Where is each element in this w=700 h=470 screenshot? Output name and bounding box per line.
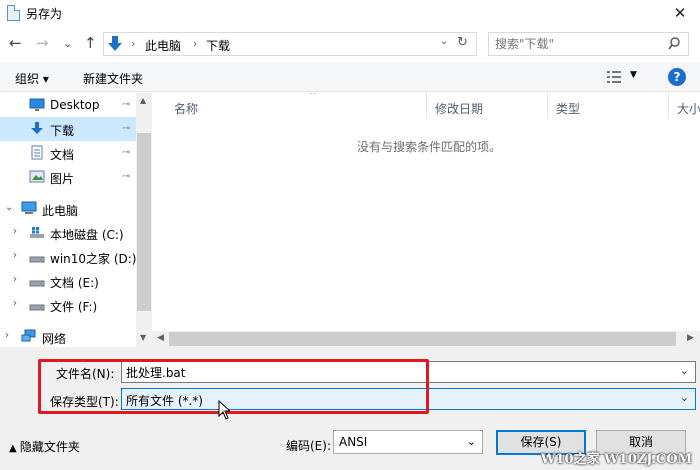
scroll-left-icon[interactable]: ◀: [157, 333, 164, 343]
sidebar-item-label: 文件 (F:): [50, 300, 98, 314]
sidebar-item-label: 网络: [42, 332, 67, 346]
sort-ascending-icon: ^: [309, 93, 317, 101]
search-box[interactable]: [488, 32, 689, 56]
download-folder-icon: [108, 36, 122, 51]
pin-icon[interactable]: ⊸: [122, 123, 130, 134]
scrollbar-thumb[interactable]: [169, 332, 676, 346]
sidebar-item-this-pc[interactable]: ⌄ 此电脑: [0, 197, 136, 221]
hide-folders-button[interactable]: ▲ 隐藏文件夹: [9, 438, 80, 455]
encoding-value: ANSI: [339, 435, 368, 449]
column-header-size[interactable]: 大小: [669, 93, 700, 119]
file-list-scrollbar[interactable]: ◀ ▶: [152, 331, 700, 347]
column-header-name[interactable]: 名称 ^: [166, 93, 434, 119]
scroll-right-icon[interactable]: ▶: [687, 333, 694, 343]
sidebar-item-label: 此电脑: [42, 204, 79, 218]
chevron-up-icon: ▲: [9, 443, 20, 454]
breadcrumb-downloads[interactable]: 下载: [206, 37, 230, 54]
close-button[interactable]: ✕: [660, 0, 700, 27]
notepad-icon: [7, 5, 20, 21]
sidebar-item-documents[interactable]: 文档 ⊸: [0, 141, 136, 165]
breadcrumb-separator[interactable]: ›: [131, 37, 135, 50]
pin-icon[interactable]: ⊸: [122, 147, 130, 158]
sidebar-scrollbar[interactable]: ▲ ▼: [136, 93, 152, 347]
sidebar-item-network[interactable]: › 网络: [0, 325, 136, 347]
title-bar: 另存为 ✕: [0, 0, 700, 27]
scroll-down-icon[interactable]: ▼: [140, 333, 146, 342]
network-icon: [21, 329, 36, 342]
expand-icon[interactable]: ›: [5, 330, 9, 341]
empty-message: 没有与搜索条件匹配的项。: [357, 140, 502, 154]
sidebar-item-label: 文档: [50, 148, 75, 162]
window-title: 另存为: [26, 7, 63, 21]
expand-icon[interactable]: ›: [13, 226, 17, 237]
scrollbar-thumb[interactable]: [137, 133, 151, 311]
encoding-label: 编码(E):: [286, 439, 331, 453]
scroll-up-icon[interactable]: ▲: [140, 96, 146, 105]
chevron-down-icon[interactable]: ⌄: [467, 435, 476, 448]
up-button[interactable]: ↑: [84, 35, 97, 51]
sidebar-item-drive-c[interactable]: › 本地磁盘 (C:): [0, 221, 136, 245]
view-dropdown-icon[interactable]: ▼: [630, 70, 637, 80]
breadcrumb-separator[interactable]: ›: [193, 37, 197, 50]
encoding-select[interactable]: ANSI ⌄: [333, 430, 483, 454]
expand-icon[interactable]: ›: [13, 274, 17, 285]
pin-icon[interactable]: ⊸: [122, 99, 130, 110]
new-folder-button[interactable]: 新建文件夹: [83, 70, 143, 87]
download-icon: [31, 122, 43, 134]
expand-icon[interactable]: ›: [13, 250, 17, 261]
search-input[interactable]: [495, 36, 665, 52]
file-list[interactable]: 名称 ^ 修改日期 类型 大小 没有与搜索条件匹配的项。 ◀ ▶: [152, 93, 700, 347]
drive-icon: [29, 304, 45, 311]
collapse-icon[interactable]: ⌄: [5, 202, 13, 213]
help-icon[interactable]: ?: [668, 68, 686, 86]
sidebar-item-label: 文档 (E:): [50, 276, 99, 290]
sidebar-item-pictures[interactable]: 图片 ⊸: [0, 165, 136, 189]
sidebar-item-drive-d[interactable]: › win10之家 (D:): [0, 245, 137, 269]
search-icon[interactable]: [668, 37, 680, 51]
back-button[interactable]: ←: [9, 35, 22, 51]
chevron-down-icon[interactable]: ⌄: [680, 391, 689, 404]
address-dropdown-icon[interactable]: ⌄: [440, 36, 448, 47]
sidebar-item-drive-e[interactable]: › 文档 (E:): [0, 269, 136, 293]
column-header-type[interactable]: 类型: [548, 93, 668, 119]
organize-button[interactable]: 组织 ▾: [15, 70, 49, 87]
system-drive-icon: [30, 227, 44, 238]
sidebar-item-desktop[interactable]: Desktop ⊸: [0, 93, 136, 117]
chevron-down-icon[interactable]: ⌄: [680, 364, 689, 377]
breadcrumb-this-pc[interactable]: 此电脑: [145, 37, 181, 54]
sidebar-item-label: win10之家 (D:): [50, 252, 137, 266]
command-toolbar: 组织 ▾ 新建文件夹 ▼ ?: [0, 62, 700, 92]
navigation-pane: Desktop ⊸ 下载 ⊸ 文档 ⊸ 图片 ⊸ ⌄ 此电脑 › 本地磁盘 (C…: [0, 93, 152, 347]
sidebar-item-label: 图片: [50, 172, 75, 186]
expand-icon[interactable]: ›: [13, 298, 17, 309]
drive-icon: [29, 280, 45, 287]
desktop-icon: [29, 98, 45, 111]
forward-button[interactable]: →: [36, 35, 49, 51]
drive-icon: [29, 256, 45, 263]
pin-icon[interactable]: ⊸: [122, 171, 130, 182]
annotation-highlight: [38, 359, 429, 414]
sidebar-item-drive-f[interactable]: › 文件 (F:): [0, 293, 136, 317]
computer-icon: [21, 201, 37, 214]
view-options-icon[interactable]: [607, 71, 621, 83]
sidebar-item-label: 本地磁盘 (C:): [50, 228, 124, 242]
watermark-logo: W10之家 W10ZJ.COM: [540, 452, 692, 467]
document-icon: [31, 145, 43, 160]
refresh-icon[interactable]: ↻: [457, 35, 468, 50]
recent-locations-button[interactable]: ⌄: [63, 36, 72, 52]
sidebar-item-downloads[interactable]: 下载 ⊸: [0, 117, 136, 141]
address-bar[interactable]: › 此电脑 › 下载 ⌄ ↻: [103, 32, 477, 56]
sidebar-item-label: Desktop: [50, 98, 100, 112]
column-header-modified[interactable]: 修改日期: [427, 93, 547, 119]
mouse-cursor-icon: [218, 400, 230, 420]
sidebar-item-label: 下载: [50, 124, 75, 138]
picture-icon: [29, 170, 45, 183]
